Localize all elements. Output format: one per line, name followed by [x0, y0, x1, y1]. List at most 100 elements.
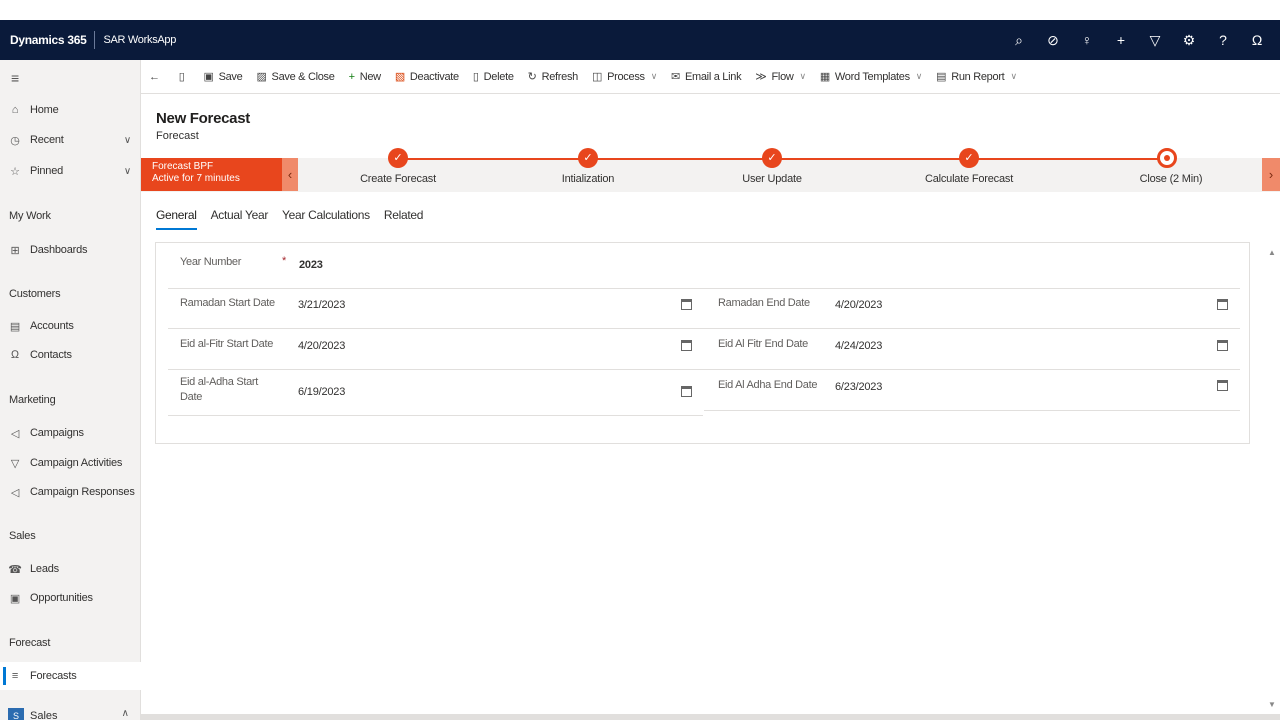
sidebar-group-forecast: Forecast	[9, 637, 51, 649]
save-button[interactable]: ▣ Save	[203, 70, 242, 84]
stage-close-label[interactable]: Close (2 Min)	[1140, 173, 1203, 185]
form-view-button[interactable]: ▯	[179, 70, 190, 83]
stage-calculate-forecast-label[interactable]: Calculate Forecast	[925, 173, 1013, 185]
scroll-down-icon[interactable]: ▼	[1268, 700, 1276, 709]
app-name[interactable]: SAR WorksApp	[103, 34, 176, 46]
ramadan-start-date-field[interactable]: 3/21/2023	[298, 299, 345, 311]
sidebar-item-campaigns[interactable]: ◁ Campaigns	[0, 419, 141, 447]
bpf-next-button[interactable]: ›	[1262, 158, 1280, 191]
tab-actual-year[interactable]: Actual Year	[211, 208, 269, 230]
row-divider	[168, 328, 1240, 329]
email-link-button[interactable]: ✉ Email a Link	[671, 70, 742, 84]
sidebar-group-marketing: Marketing	[9, 394, 56, 406]
back-button[interactable]: ←	[149, 71, 165, 83]
sidebar-item-dashboards[interactable]: ⊞ Dashboards	[0, 236, 141, 264]
stage-initialization-check[interactable]: ✓	[578, 148, 598, 168]
active-indicator	[3, 667, 6, 685]
eid-adha-start-label-line2: Date	[180, 391, 203, 403]
process-button[interactable]: ◫ Process ∨	[592, 70, 657, 84]
plus-icon[interactable]: +	[1104, 32, 1138, 48]
sidebar-item-contacts[interactable]: Ω Contacts	[0, 341, 141, 369]
run-report-button[interactable]: ▤ Run Report ∨	[936, 70, 1017, 84]
calendar-icon[interactable]	[1217, 380, 1228, 391]
sidebar-item-recent[interactable]: ◷ Recent ∨	[0, 126, 141, 154]
calendar-icon[interactable]	[681, 340, 692, 351]
stage-create-forecast-label[interactable]: Create Forecast	[360, 173, 436, 185]
sidebar-item-forecasts[interactable]: ≡ Forecasts	[0, 662, 141, 690]
tab-year-calculations[interactable]: Year Calculations	[282, 208, 370, 230]
year-number-label: Year Number	[180, 256, 242, 268]
stage-initialization-label[interactable]: Intialization	[562, 173, 615, 185]
back-arrow-icon: ←	[149, 70, 160, 83]
word-templates-label: Word Templates	[834, 70, 910, 83]
sidebar-item-label: Accounts	[30, 320, 74, 332]
chevron-down-icon: ∨	[799, 71, 807, 81]
eid-adha-start-date-field[interactable]: 6/19/2023	[298, 386, 345, 398]
row-divider	[704, 410, 1240, 411]
eid-adha-end-date-field[interactable]: 6/23/2023	[835, 381, 882, 393]
deactivate-button[interactable]: ▧ Deactivate	[395, 70, 459, 84]
plus-icon: +	[348, 70, 355, 83]
tab-general[interactable]: General	[156, 208, 197, 230]
new-button[interactable]: + New	[348, 70, 382, 83]
form-scrollbar[interactable]: ▲ ▼	[1264, 242, 1280, 714]
save-close-button[interactable]: ▨ Save & Close	[256, 70, 334, 84]
chevron-right-icon: ›	[1268, 167, 1274, 182]
sidebar-item-opportunities[interactable]: ▣ Opportunities	[0, 584, 141, 612]
ramadan-end-date-label: Ramadan End Date	[718, 297, 810, 309]
scroll-up-icon[interactable]: ▲	[1268, 248, 1276, 257]
stage-calculate-forecast-check[interactable]: ✓	[959, 148, 979, 168]
filter-icon[interactable]: ▽	[1138, 32, 1172, 49]
sidebar-item-campaign-responses[interactable]: ◁ Campaign Responses	[0, 478, 141, 506]
calendar-icon[interactable]	[1217, 340, 1228, 351]
bpf-status-badge[interactable]: Forecast BPF Active for 7 minutes	[141, 158, 282, 191]
area-switcher[interactable]: S Sales ∧	[0, 708, 141, 720]
chevron-down-icon: ∨	[915, 71, 923, 81]
sidebar-item-leads[interactable]: ☎ Leads	[0, 555, 141, 583]
hamburger-menu-button[interactable]: ≡	[0, 64, 141, 92]
bpf-duration: Active for 7 minutes	[152, 173, 240, 184]
command-bar: ← ▯ ▣ Save ▨ Save & Close + New ▧ Deactivate…	[141, 60, 1280, 94]
stage-close-active-indicator[interactable]	[1157, 148, 1177, 168]
help-icon[interactable]: ?	[1206, 32, 1240, 48]
calendar-icon[interactable]	[1217, 299, 1228, 310]
sidebar-item-label: Recent	[30, 134, 64, 146]
flow-button[interactable]: ≫ Flow ∨	[755, 70, 807, 84]
stage-create-forecast-check[interactable]: ✓	[388, 148, 408, 168]
chevron-down-icon[interactable]: ∨	[124, 135, 131, 146]
entity-name: Forecast	[156, 130, 199, 142]
sidebar-item-campaign-activities[interactable]: ▽ Campaign Activities	[0, 449, 141, 477]
settings-icon[interactable]: ⚙	[1172, 32, 1206, 49]
pin-icon: ☆	[10, 165, 20, 178]
sidebar-item-label: Campaign Responses	[30, 486, 135, 498]
sidebar-item-pinned[interactable]: ☆ Pinned ∨	[0, 157, 141, 185]
tab-related[interactable]: Related	[384, 208, 424, 230]
sidebar-item-label: Dashboards	[30, 244, 88, 256]
ramadan-end-date-field[interactable]: 4/20/2023	[835, 299, 882, 311]
brand-title[interactable]: Dynamics 365	[0, 33, 87, 47]
year-number-field[interactable]: 2023	[299, 259, 323, 271]
stage-user-update-check[interactable]: ✓	[762, 148, 782, 168]
sidebar-item-accounts[interactable]: ▤ Accounts	[0, 312, 141, 340]
eid-fitr-start-date-field[interactable]: 4/20/2023	[298, 340, 345, 352]
word-templates-button[interactable]: ▦ Word Templates ∨	[820, 70, 923, 84]
bpf-previous-button[interactable]: ‹	[282, 158, 298, 191]
stage-user-update-label[interactable]: User Update	[742, 173, 802, 185]
calendar-icon[interactable]	[681, 386, 692, 397]
general-section: Year Number * 2023 Ramadan Start Date 3/…	[155, 242, 1250, 444]
bpf-name: Forecast BPF	[152, 161, 214, 172]
refresh-button[interactable]: ↻ Refresh	[528, 70, 579, 84]
delete-button[interactable]: ▯ Delete	[473, 70, 514, 84]
sidebar-item-label: Pinned	[30, 165, 64, 177]
calendar-icon[interactable]	[681, 299, 692, 310]
row-divider	[168, 415, 703, 416]
lightbulb-icon[interactable]: ♀	[1070, 32, 1104, 48]
task-icon[interactable]: ⊘	[1036, 32, 1070, 49]
eid-adha-end-date-label: Eid Al Adha End Date	[718, 379, 818, 391]
user-icon[interactable]: Ω	[1240, 32, 1274, 48]
area-badge: S	[8, 708, 24, 720]
eid-fitr-end-date-field[interactable]: 4/24/2023	[835, 340, 882, 352]
sidebar-item-home[interactable]: ⌂ Home	[0, 96, 141, 124]
search-icon[interactable]: ⌕	[1002, 32, 1036, 49]
chevron-down-icon[interactable]: ∨	[124, 166, 131, 177]
